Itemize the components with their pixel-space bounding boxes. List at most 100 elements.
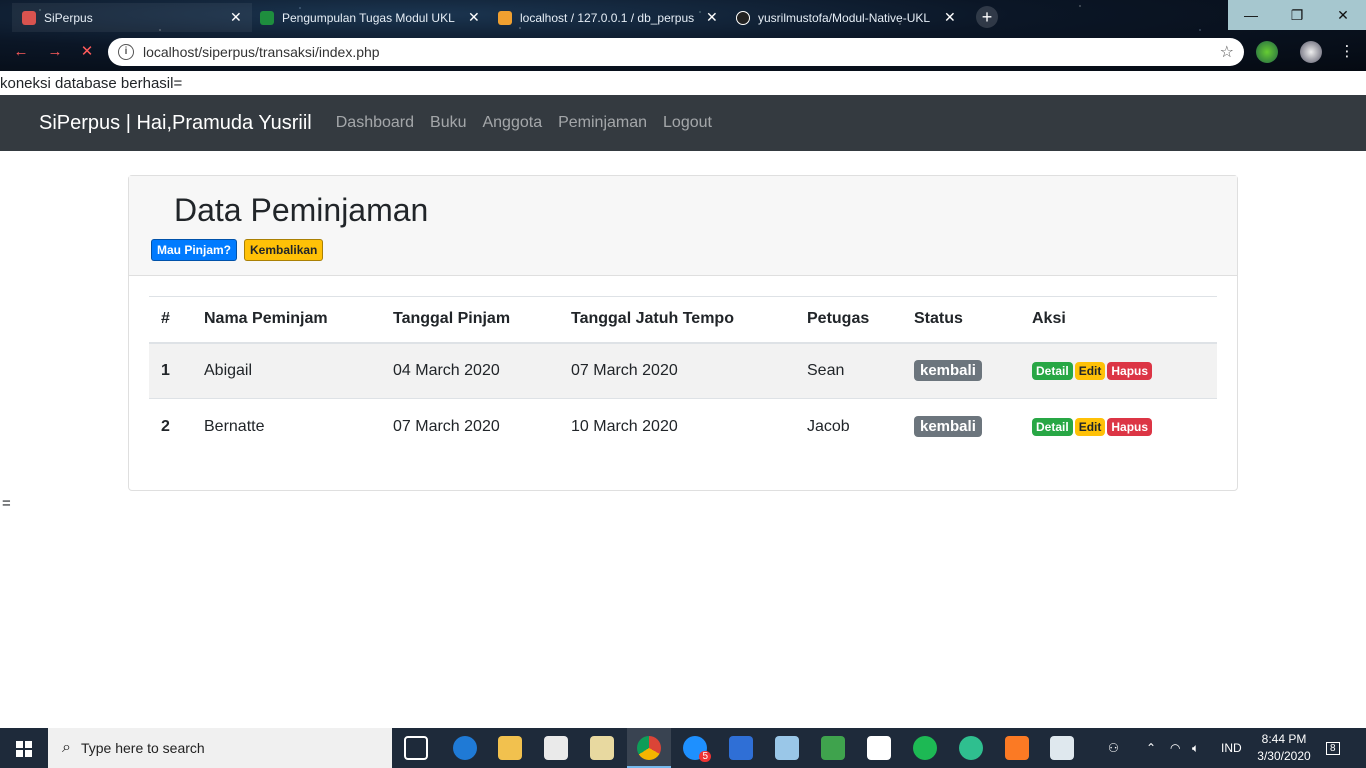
notepad-icon[interactable] [590, 736, 614, 760]
chrome-icon[interactable] [637, 736, 661, 760]
info-icon[interactable]: i [118, 44, 134, 60]
top-navbar: SiPerpus | Hai,Pramuda Yusriil Dashboard… [0, 95, 1366, 151]
zend-icon[interactable] [729, 736, 753, 760]
table-header-row: # Nama Peminjam Tanggal Pinjam Tanggal J… [149, 296, 1217, 344]
siperpus-favicon-icon [22, 10, 36, 25]
page-viewport: koneksi database berhasil= SiPerpus | Ha… [0, 71, 1366, 728]
window-app-icon[interactable] [1050, 736, 1074, 760]
edit-button[interactable]: Edit [1074, 417, 1106, 436]
nav-logout[interactable]: Logout [655, 114, 720, 132]
forward-icon[interactable]: → [44, 41, 66, 63]
windows-taskbar: ⌕ Type here to search 5 ⚇ ⌃ ◠ 🔈︎ IND 8:4… [0, 728, 1366, 768]
sheets-icon[interactable] [821, 736, 845, 760]
classroom-favicon-icon [260, 10, 274, 25]
time: 8:44 PM [1261, 732, 1307, 746]
volume-icon[interactable]: 🔈︎ [1192, 728, 1199, 768]
edge-icon[interactable] [453, 736, 477, 760]
chevron-up-icon[interactable]: ⌃ [1146, 728, 1156, 768]
db-connection-message: koneksi database berhasil= [0, 75, 183, 92]
petugas: Jacob [795, 398, 902, 455]
close-window-button[interactable]: ✕ [1320, 0, 1366, 30]
status-badge: kembali [914, 360, 982, 382]
store-icon[interactable] [867, 736, 891, 760]
unity-icon[interactable] [544, 736, 568, 760]
menu-kebab-icon[interactable]: ⋮ [1336, 41, 1358, 63]
footer-text: = [2, 495, 11, 512]
detail-button[interactable]: Detail [1032, 417, 1073, 436]
table-row: 2 Bernatte 07 March 2020 10 March 2020 J… [149, 398, 1217, 455]
tanggal-jatuh-tempo: 10 March 2020 [559, 398, 795, 455]
profile-avatar[interactable] [1300, 41, 1322, 63]
tab-pengumpulan[interactable]: Pengumpulan Tugas Modul UKL ✕ [250, 3, 490, 32]
tanggal-pinjam: 04 March 2020 [381, 342, 559, 399]
peminjaman-card: Data Peminjaman Mau Pinjam? Kembalikan #… [128, 175, 1238, 491]
search-icon: ⌕ [62, 739, 71, 756]
address-bar[interactable]: i localhost/siperpus/transaksi/index.php… [108, 38, 1244, 66]
maximize-button[interactable]: ❐ [1274, 0, 1320, 30]
nav-dashboard[interactable]: Dashboard [328, 114, 422, 132]
stop-icon[interactable]: ✕ [76, 41, 98, 63]
github-favicon-icon [736, 10, 750, 25]
notification-count: 8 [1326, 741, 1340, 755]
search-placeholder: Type here to search [80, 740, 205, 756]
chrome-dev-icon[interactable]: 5 [683, 736, 711, 762]
mau-pinjam-button[interactable]: Mau Pinjam? [151, 239, 238, 261]
tanggal-pinjam: 07 March 2020 [381, 398, 559, 455]
col-aksi: Aksi [1020, 296, 1217, 344]
hapus-button[interactable]: Hapus [1107, 417, 1153, 436]
windows-logo-icon [16, 741, 32, 757]
app-icon[interactable] [775, 736, 799, 760]
close-tab-icon[interactable]: ✕ [944, 9, 956, 26]
task-view-icon[interactable] [404, 736, 428, 760]
url-text: localhost/siperpus/transaksi/index.php [143, 44, 380, 60]
date: 3/30/2020 [1257, 749, 1311, 763]
tab-phpmyadmin[interactable]: localhost / 127.0.0.1 / db_perpus ✕ [488, 3, 728, 32]
spotify-icon[interactable] [913, 736, 937, 760]
tanggal-jatuh-tempo: 07 March 2020 [559, 342, 795, 399]
people-icon[interactable]: ⚇ [1108, 728, 1119, 768]
row-number: 2 [149, 398, 192, 455]
back-icon[interactable]: ← [10, 41, 32, 63]
nav-peminjaman[interactable]: Peminjaman [550, 114, 655, 132]
language-indicator[interactable]: IND [1221, 728, 1242, 768]
status-badge: kembali [914, 416, 982, 438]
detail-button[interactable]: Detail [1032, 361, 1073, 380]
atom-icon[interactable] [959, 736, 983, 760]
phpmyadmin-favicon-icon [498, 10, 512, 25]
notification-badge: 5 [699, 751, 711, 762]
tab-siperpus[interactable]: SiPerpus ✕ [12, 3, 252, 32]
card-header: Data Peminjaman Mau Pinjam? Kembalikan [129, 176, 1237, 276]
col-petugas: Petugas [795, 296, 902, 344]
close-tab-icon[interactable]: ✕ [706, 9, 718, 26]
tab-github[interactable]: yusrilmustofa/Modul-Native-UKL ✕ [726, 3, 966, 32]
hapus-button[interactable]: Hapus [1107, 361, 1153, 380]
minimize-button[interactable]: — [1228, 0, 1274, 30]
close-tab-icon[interactable]: ✕ [468, 9, 480, 26]
edit-button[interactable]: Edit [1074, 361, 1106, 380]
row-number: 1 [149, 342, 192, 399]
petugas: Sean [795, 342, 902, 399]
xampp-icon[interactable] [1005, 736, 1029, 760]
peminjaman-table: # Nama Peminjam Tanggal Pinjam Tanggal J… [149, 296, 1217, 455]
bookmark-star-icon[interactable]: ☆ [1220, 42, 1234, 62]
start-button[interactable] [0, 728, 48, 768]
extension-icon[interactable] [1256, 41, 1278, 63]
col-number: # [149, 296, 192, 344]
col-nama: Nama Peminjam [192, 296, 381, 344]
notifications-icon[interactable]: 8 [1326, 728, 1340, 768]
nama-peminjam: Bernatte [192, 398, 381, 455]
nav-buku[interactable]: Buku [422, 114, 474, 132]
close-tab-icon[interactable]: ✕ [230, 9, 242, 26]
clock[interactable]: 8:44 PM 3/30/2020 [1252, 731, 1316, 765]
navbar-brand[interactable]: SiPerpus | Hai,Pramuda Yusriil [39, 112, 312, 135]
col-status: Status [902, 296, 1020, 344]
new-tab-button[interactable]: + [976, 6, 998, 28]
col-tanggal-pinjam: Tanggal Pinjam [381, 296, 559, 344]
nama-peminjam: Abigail [192, 342, 381, 399]
page-title: Data Peminjaman [174, 192, 429, 228]
kembalikan-button[interactable]: Kembalikan [244, 239, 324, 261]
file-explorer-icon[interactable] [498, 736, 522, 760]
nav-anggota[interactable]: Anggota [474, 114, 550, 132]
taskbar-search[interactable]: ⌕ Type here to search [48, 728, 392, 768]
wifi-icon[interactable]: ◠ [1170, 728, 1180, 768]
